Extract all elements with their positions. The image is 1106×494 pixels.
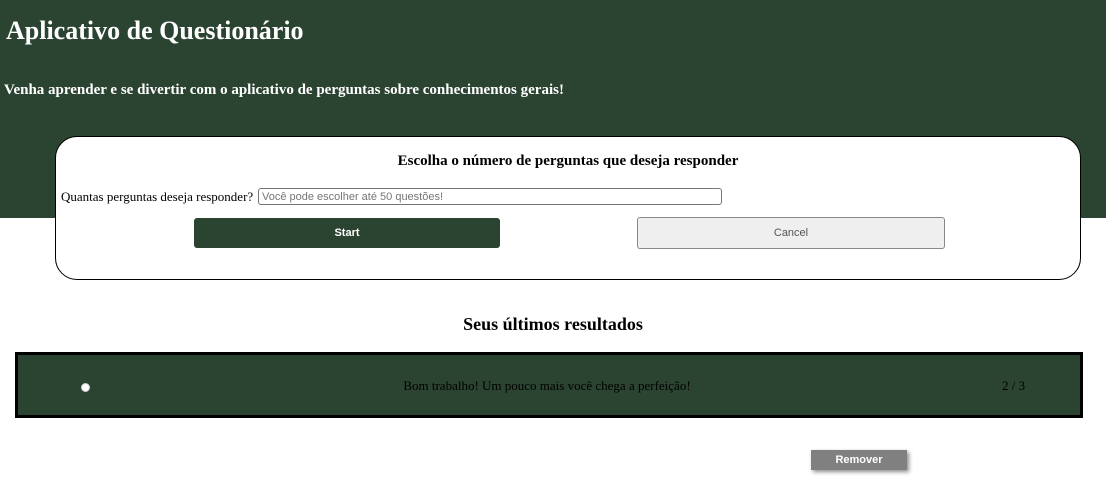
remove-button[interactable]: Remover [811, 450, 907, 470]
app-title: Aplicativo de Questionário [6, 16, 304, 45]
question-count-input[interactable] [258, 188, 722, 205]
cancel-button[interactable]: Cancel [637, 217, 945, 249]
start-button[interactable]: Start [194, 218, 500, 248]
setup-title: Escolha o número de perguntas que deseja… [397, 153, 739, 169]
question-setup-card: Escolha o número de perguntas que deseja… [55, 136, 1081, 280]
result-row: Bom trabalho! Um pouco mais você chega a… [15, 352, 1083, 418]
results-title: Seus últimos resultados [463, 314, 643, 334]
app-subtitle: Venha aprender e se divertir com o aplic… [4, 82, 564, 98]
result-message: Bom trabalho! Um pouco mais você chega a… [403, 378, 691, 393]
result-score: 2 / 3 [1002, 378, 1026, 393]
question-count-label: Quantas perguntas deseja responder? [61, 189, 254, 204]
